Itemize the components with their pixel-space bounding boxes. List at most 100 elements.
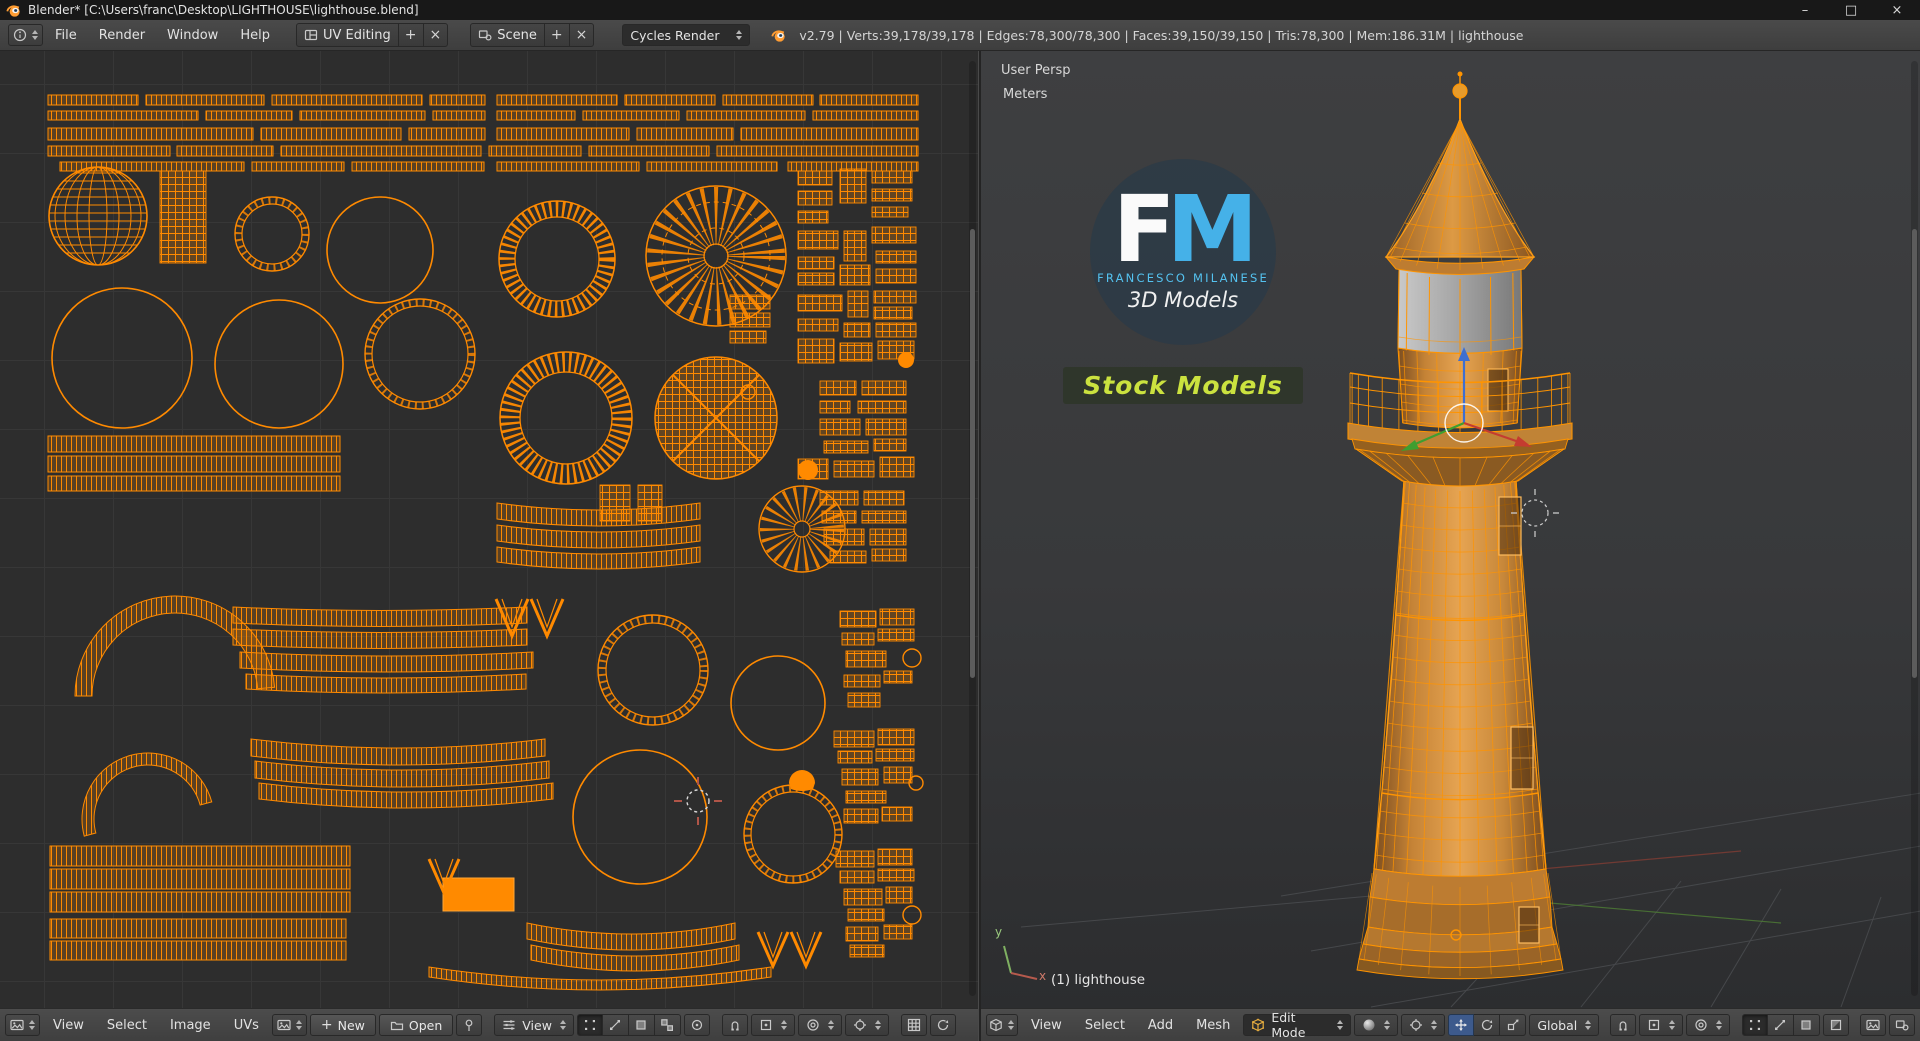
dropdown-arrows-icon: [29, 1020, 35, 1030]
render-engine-dropdown[interactable]: Cycles Render: [622, 24, 751, 46]
rotate-manipulator-button[interactable]: [1474, 1014, 1501, 1036]
pin-button[interactable]: [456, 1014, 483, 1036]
snap-element-dropdown-3d[interactable]: [1639, 1014, 1684, 1036]
manipulator-group: [1448, 1014, 1527, 1036]
screen-layout-browse[interactable]: UV Editing: [295, 23, 399, 47]
dropdown-arrows-icon: [295, 1020, 302, 1030]
translate-icon: [1454, 1018, 1468, 1032]
menu-help[interactable]: Help: [230, 28, 280, 43]
pin-icon: [462, 1018, 476, 1032]
image-datablock-browse[interactable]: [271, 1014, 307, 1036]
v3d-menu-view[interactable]: View: [1021, 1018, 1072, 1033]
render-opengl-button[interactable]: [1860, 1014, 1886, 1036]
viewport-scrollbar[interactable]: [1911, 61, 1918, 996]
dropdown-arrows-icon: [1585, 1020, 1592, 1030]
snap-element-dropdown[interactable]: [750, 1014, 795, 1036]
scale-manipulator-button[interactable]: [1500, 1014, 1527, 1036]
orientation-dropdown[interactable]: Global: [1529, 1014, 1600, 1036]
editor-type-selector-3d[interactable]: [986, 1014, 1018, 1036]
v3d-menu-add[interactable]: Add: [1138, 1018, 1183, 1033]
scene-selector: Scene + ×: [470, 23, 595, 47]
scene-delete-button[interactable]: ×: [569, 23, 595, 47]
unit-overlay: Meters: [1003, 87, 1048, 102]
v3d-menu-mesh[interactable]: Mesh: [1186, 1018, 1240, 1033]
dropdown-arrows-icon: [559, 1020, 566, 1030]
grid-icon: [907, 1018, 921, 1032]
axis-x-label: x: [1039, 969, 1047, 983]
proportional-edit-dropdown[interactable]: [797, 1014, 842, 1036]
view-properties-dropdown[interactable]: View: [494, 1014, 574, 1036]
screen-layout-delete-button[interactable]: ×: [423, 23, 449, 47]
pivot-icon: [1409, 1018, 1423, 1032]
watermark-logo: F M: [1113, 175, 1259, 283]
uv-island-select-button[interactable]: [654, 1014, 681, 1036]
render-opengl-anim-button[interactable]: [1889, 1014, 1915, 1036]
magnet-icon: [1616, 1018, 1630, 1032]
mode-dropdown[interactable]: Edit Mode: [1243, 1010, 1352, 1040]
screen-layout-add-button[interactable]: +: [398, 23, 424, 47]
watermark: F M FRANCESCO MILANESE 3D Models Stock M…: [1063, 151, 1303, 404]
viewport-shading-dropdown[interactable]: [1354, 1014, 1399, 1036]
mode-value: Edit Mode: [1271, 1010, 1306, 1040]
screen-layout-selector: UV Editing + ×: [295, 23, 449, 47]
sticky-select-button[interactable]: [683, 1014, 710, 1036]
viewport-3d-icon: [989, 1018, 1003, 1032]
edit-mode-cube-icon: [1251, 1018, 1265, 1032]
pivot-point-dropdown[interactable]: [1401, 1014, 1446, 1036]
uv-menu-uvs[interactable]: UVs: [224, 1018, 269, 1033]
dropdown-arrows-icon: [1384, 1020, 1391, 1030]
watermark-subtitle: 3D Models: [1127, 288, 1239, 313]
mesh-vertex-select-button[interactable]: [1741, 1014, 1768, 1036]
scene-icon: [478, 28, 492, 42]
new-image-button[interactable]: + New: [309, 1014, 376, 1036]
blender-logo-icon: [5, 2, 22, 19]
new-image-label: New: [337, 1017, 365, 1033]
viewport-3d: User Persp Meters (1) lighthouse y x F M…: [981, 51, 1920, 1041]
open-image-button[interactable]: Open: [378, 1014, 454, 1036]
dropdown-arrows-icon: [1337, 1020, 1344, 1030]
mesh-edge-select-button[interactable]: [1767, 1014, 1794, 1036]
snap-element-icon: [1647, 1018, 1661, 1032]
watermark-name: FRANCESCO MILANESE: [1097, 271, 1269, 286]
uv-scrollbar[interactable]: [969, 61, 976, 996]
watermark-letter-m: M: [1166, 175, 1259, 283]
maximize-button[interactable]: □: [1828, 0, 1874, 20]
uv-vertex-select-button[interactable]: [576, 1014, 603, 1036]
dropdown-arrows-icon: [874, 1020, 881, 1030]
orientation-value: Global: [1537, 1017, 1578, 1033]
uv-face-select-button[interactable]: [628, 1014, 655, 1036]
uv-canvas[interactable]: [0, 51, 978, 1008]
minimize-button[interactable]: –: [1782, 0, 1828, 20]
uv-menu-view[interactable]: View: [43, 1018, 94, 1033]
uv-menu-image[interactable]: Image: [160, 1018, 221, 1033]
grid-display-button[interactable]: [900, 1014, 927, 1036]
scene-add-button[interactable]: +: [544, 23, 570, 47]
update-other-views-button[interactable]: [929, 1014, 956, 1036]
limit-selection-visible-button[interactable]: [1822, 1014, 1849, 1036]
scene-browse[interactable]: Scene: [470, 23, 545, 47]
dropdown-arrows-icon: [736, 30, 743, 40]
proportional-edit-dropdown-3d[interactable]: [1686, 1014, 1731, 1036]
editor-type-selector-uv[interactable]: [5, 1014, 40, 1036]
mesh-select-mode-group: [1741, 1014, 1820, 1036]
viewport-3d-canvas[interactable]: User Persp Meters (1) lighthouse y x F M…: [981, 51, 1920, 1008]
snap-magnet-button[interactable]: [721, 1014, 748, 1036]
uv-menu-select[interactable]: Select: [97, 1018, 157, 1033]
uv-image-editor: View Select Image UVs + New Open View: [0, 51, 978, 1041]
close-button[interactable]: ×: [1874, 0, 1920, 20]
uv-edge-select-button[interactable]: [602, 1014, 629, 1036]
pivot-dropdown[interactable]: [844, 1014, 889, 1036]
v3d-menu-select[interactable]: Select: [1075, 1018, 1135, 1033]
menu-render[interactable]: Render: [89, 28, 155, 43]
mesh-face-select-button[interactable]: [1793, 1014, 1820, 1036]
render-anim-icon: [1895, 1018, 1909, 1032]
blender-logo-icon: [770, 27, 787, 44]
dropdown-arrows-icon: [1669, 1020, 1676, 1030]
snap-magnet-button-3d[interactable]: [1610, 1014, 1637, 1036]
axis-y-label: y: [995, 925, 1003, 939]
menu-window[interactable]: Window: [157, 28, 228, 43]
menu-file[interactable]: File: [45, 28, 87, 43]
open-image-label: Open: [408, 1017, 443, 1033]
translate-manipulator-button[interactable]: [1448, 1014, 1475, 1036]
editor-type-selector-info[interactable]: [8, 24, 43, 46]
